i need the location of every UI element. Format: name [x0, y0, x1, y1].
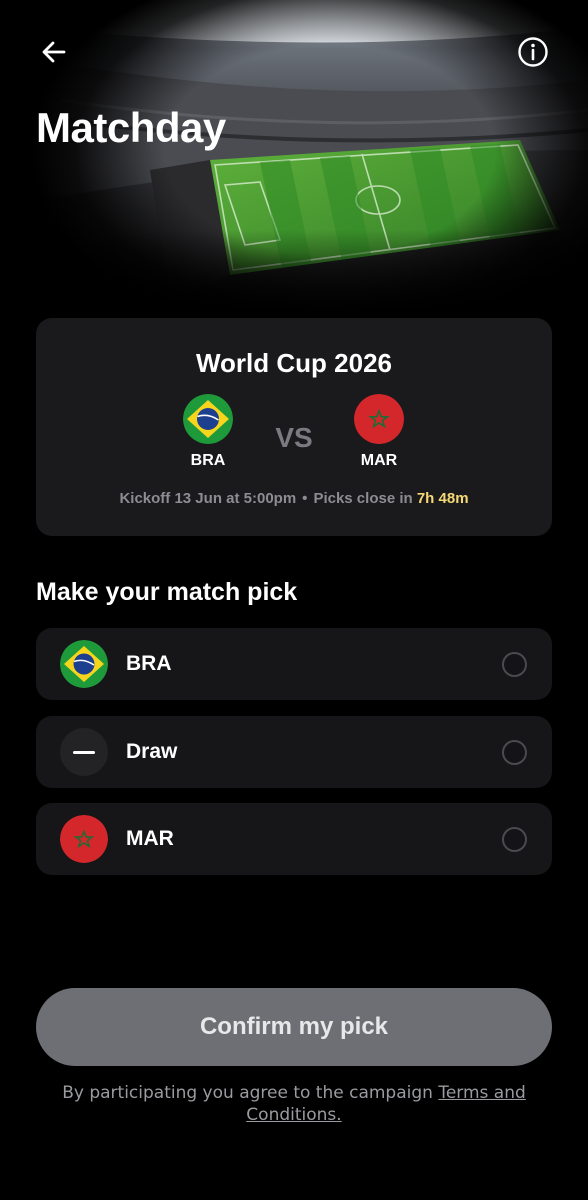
- pick-option-bra[interactable]: BRA: [36, 628, 552, 700]
- match-card: World Cup 2026 BRA VS MAR Kickoff 13 Jun…: [36, 318, 552, 536]
- info-button[interactable]: [515, 34, 551, 70]
- brazil-flag-icon: [60, 640, 108, 688]
- terms-notice: By participating you agree to the campai…: [40, 1082, 548, 1126]
- brazil-flag-icon: [183, 394, 233, 444]
- morocco-flag-icon: [60, 815, 108, 863]
- radio-button[interactable]: [502, 740, 527, 765]
- pick-heading: Make your match pick: [36, 578, 298, 606]
- radio-button[interactable]: [502, 652, 527, 677]
- back-button[interactable]: [36, 34, 72, 70]
- dash-icon: [60, 728, 108, 776]
- kickoff-time: Kickoff 13 Jun at 5:00pm: [119, 490, 297, 507]
- pick-option-label: Draw: [126, 740, 178, 763]
- home-team-code: BRA: [190, 452, 226, 469]
- picks-close-countdown: 7h 48m: [416, 490, 469, 507]
- pick-option-label: MAR: [126, 827, 174, 850]
- separator-dot: •: [302, 490, 308, 507]
- pick-option-mar[interactable]: MAR: [36, 803, 552, 875]
- away-team-code: MAR: [360, 452, 398, 469]
- pick-option-label: BRA: [126, 652, 172, 675]
- radio-button[interactable]: [502, 827, 527, 852]
- confirm-pick-button[interactable]: Confirm my pick: [36, 988, 552, 1066]
- picks-close-label: Picks close in: [313, 490, 413, 507]
- info-icon: [518, 37, 548, 67]
- away-team: MAR: [349, 394, 409, 470]
- terms-prefix: By participating you agree to the campai…: [62, 1083, 433, 1103]
- competition-title: World Cup 2026: [195, 348, 392, 378]
- home-team: BRA: [178, 394, 238, 470]
- arrow-left-icon: [42, 41, 66, 63]
- pick-option-draw[interactable]: Draw: [36, 716, 552, 788]
- page-title: Matchday: [36, 104, 226, 151]
- stadium-hero-image: [0, 0, 588, 320]
- vs-label: VS: [275, 422, 313, 453]
- kickoff-info: Kickoff 13 Jun at 5:00pm • Picks close in …: [36, 490, 552, 507]
- morocco-flag-icon: [354, 394, 404, 444]
